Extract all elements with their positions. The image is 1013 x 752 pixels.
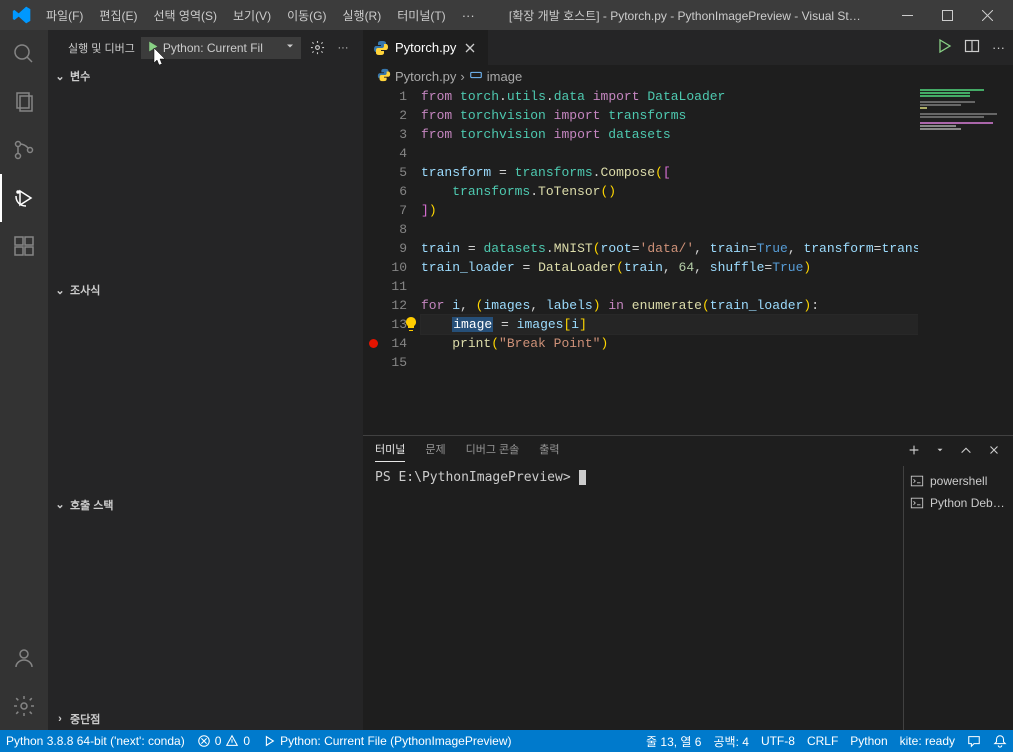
- chevron-down-icon: [284, 40, 296, 55]
- window-title: [확장 개발 호스트] - Pytorch.py - PythonImagePr…: [483, 7, 887, 24]
- menu-overflow-icon[interactable]: ···: [454, 8, 483, 23]
- activity-scm-icon[interactable]: [0, 126, 48, 174]
- chevron-down-icon: ⌄: [52, 498, 68, 511]
- status-kite[interactable]: kite: ready: [894, 730, 961, 752]
- play-icon: [146, 40, 159, 56]
- chevron-down-icon: ⌄: [52, 284, 68, 297]
- chevron-down-icon: ⌄: [52, 70, 68, 83]
- status-python-interpreter[interactable]: Python 3.8.8 64-bit ('next': conda): [0, 730, 191, 752]
- breadcrumb[interactable]: Pytorch.py › image: [363, 65, 1013, 87]
- terminal-prompt: PS E:\PythonImagePreview>: [375, 470, 579, 485]
- close-button[interactable]: [967, 0, 1007, 30]
- callstack-section-header[interactable]: ⌄ 호출 스택: [48, 494, 363, 516]
- menu-file[interactable]: 파일(F): [38, 7, 91, 24]
- panel-tab-debugconsole[interactable]: 디버그 콘솔: [466, 441, 520, 461]
- activity-explorer-icon[interactable]: [0, 78, 48, 126]
- menu-selection[interactable]: 선택 영역(S): [145, 7, 225, 24]
- panel-tab-terminal[interactable]: 터미널: [375, 441, 405, 462]
- status-problems[interactable]: 0 0: [191, 730, 256, 752]
- status-indent[interactable]: 공백: 4: [708, 730, 755, 752]
- menu-view[interactable]: 보기(V): [225, 7, 279, 24]
- menu-terminal[interactable]: 터미널(T): [389, 7, 453, 24]
- status-encoding[interactable]: UTF-8: [755, 730, 801, 752]
- maximize-button[interactable]: [927, 0, 967, 30]
- status-eol[interactable]: CRLF: [801, 730, 844, 752]
- terminal-session[interactable]: Python Deb…: [910, 492, 1007, 514]
- menu-run[interactable]: 실행(R): [334, 7, 389, 24]
- run-file-icon[interactable]: [936, 38, 952, 57]
- panel-tab-output[interactable]: 출력: [539, 441, 559, 461]
- status-debug-config[interactable]: Python: Current File (PythonImagePreview…: [256, 730, 517, 752]
- panel-tabs: 터미널 문제 디버그 콘솔 출력: [363, 436, 1013, 466]
- menu-go[interactable]: 이동(G): [279, 7, 334, 24]
- debug-settings-icon[interactable]: [307, 38, 327, 58]
- status-bar: Python 3.8.8 64-bit ('next': conda) 0 0 …: [0, 730, 1013, 752]
- split-editor-icon[interactable]: [964, 38, 980, 57]
- editor-area: Pytorch.py ··· Pytorch.py ›: [363, 30, 1013, 730]
- line-numbers: 123 456 789 101112 131415: [381, 87, 421, 435]
- breakpoint-icon[interactable]: [369, 339, 378, 348]
- terminal[interactable]: PS E:\PythonImagePreview>: [363, 466, 903, 730]
- python-file-icon: [373, 40, 389, 56]
- chevron-right-icon: ›: [52, 713, 68, 725]
- lightbulb-icon[interactable]: [403, 316, 419, 332]
- terminal-cursor: [579, 470, 586, 485]
- status-line-col[interactable]: 줄 13, 열 6: [640, 730, 707, 752]
- chevron-right-icon: ›: [460, 69, 464, 84]
- menu-edit[interactable]: 편집(E): [91, 7, 145, 24]
- status-bell-icon[interactable]: [987, 730, 1013, 752]
- debug-config-selector[interactable]: Python: Current Fil: [141, 37, 301, 59]
- activity-debug-icon[interactable]: [0, 174, 48, 222]
- title-bar: 파일(F) 편집(E) 선택 영역(S) 보기(V) 이동(G) 실행(R) 터…: [0, 0, 1013, 30]
- editor-more-icon[interactable]: ···: [992, 40, 1005, 55]
- new-terminal-icon[interactable]: [907, 443, 921, 460]
- editor-tab[interactable]: Pytorch.py: [363, 30, 489, 65]
- watch-section-header[interactable]: ⌄ 조사식: [48, 279, 363, 301]
- variable-icon: [469, 68, 483, 85]
- breakpoints-section-header[interactable]: › 중단점: [48, 708, 363, 730]
- variables-section-header[interactable]: ⌄ 변수: [48, 65, 363, 87]
- maximize-panel-icon[interactable]: [959, 443, 973, 460]
- vscode-logo-icon: [12, 5, 32, 25]
- editor-tabs: Pytorch.py ···: [363, 30, 1013, 65]
- terminal-dropdown-icon[interactable]: [935, 445, 945, 458]
- terminal-list: powershell Python Deb…: [903, 466, 1013, 730]
- panel-tab-problems[interactable]: 문제: [425, 441, 445, 461]
- debug-side-panel: 실행 및 디버그 Python: Current Fil ··· ⌄ 변수 ⌄ …: [48, 30, 363, 730]
- minimap[interactable]: [918, 87, 1013, 435]
- activity-account-icon[interactable]: [0, 634, 48, 682]
- status-language[interactable]: Python: [844, 730, 893, 752]
- activity-bar: [0, 30, 48, 730]
- debug-panel-title: 실행 및 디버그: [68, 40, 135, 56]
- more-actions-icon[interactable]: ···: [333, 38, 353, 58]
- code-editor[interactable]: 123 456 789 101112 131415 from torch.uti…: [363, 87, 1013, 435]
- activity-search-icon[interactable]: [0, 30, 48, 78]
- breadcrumb-symbol: image: [487, 69, 522, 84]
- minimize-button[interactable]: [887, 0, 927, 30]
- status-feedback-icon[interactable]: [961, 730, 987, 752]
- breadcrumb-file: Pytorch.py: [395, 69, 456, 84]
- tab-label: Pytorch.py: [395, 40, 456, 55]
- terminal-session[interactable]: powershell: [910, 470, 1007, 492]
- close-panel-icon[interactable]: [987, 443, 1001, 460]
- python-file-icon: [377, 68, 391, 85]
- activity-settings-icon[interactable]: [0, 682, 48, 730]
- activity-extensions-icon[interactable]: [0, 222, 48, 270]
- close-tab-icon[interactable]: [462, 40, 478, 56]
- bottom-panel: 터미널 문제 디버그 콘솔 출력 PS E:\PythonImagePrevie…: [363, 435, 1013, 730]
